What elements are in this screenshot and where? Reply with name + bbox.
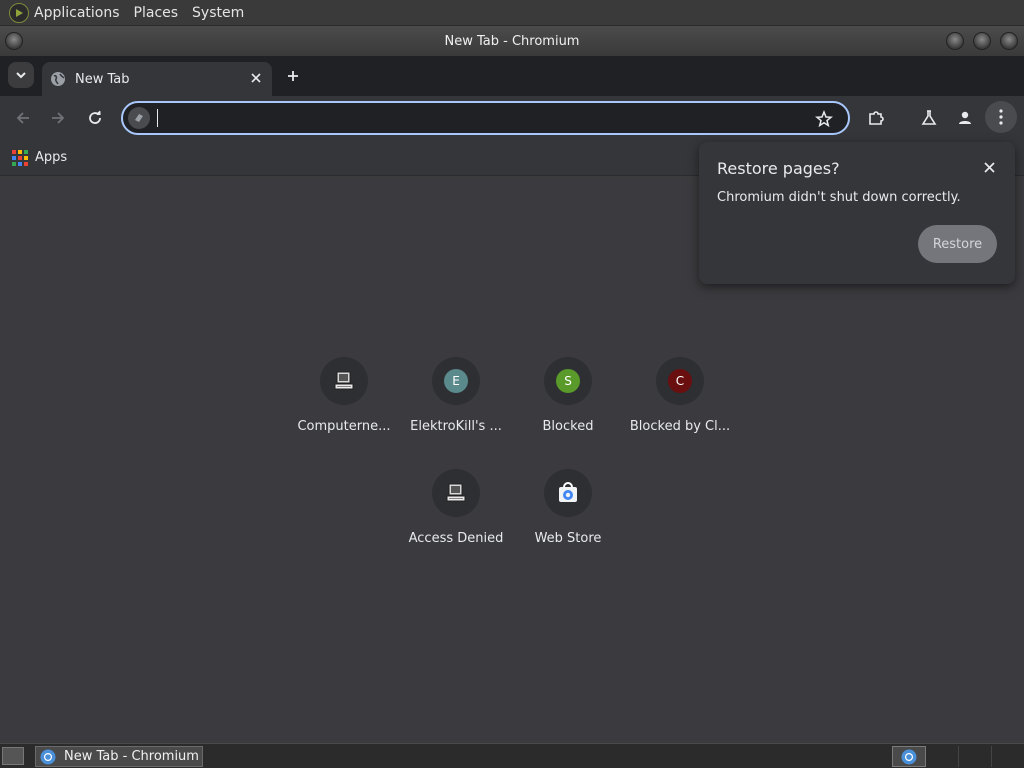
shortcut-tile[interactable]: Web Store xyxy=(512,469,624,569)
site-info-icon[interactable] xyxy=(128,107,150,129)
apps-label: Apps xyxy=(35,150,68,165)
more-vert-icon xyxy=(999,109,1003,125)
window-menu-button[interactable] xyxy=(5,32,23,50)
maximize-button[interactable] xyxy=(973,32,991,50)
taskbar-window-button[interactable]: New Tab - Chromium xyxy=(35,746,203,767)
shortcut-tile[interactable]: Computerne... xyxy=(288,357,400,457)
shortcut-icon-container: C xyxy=(656,357,704,405)
star-icon xyxy=(815,109,833,128)
workspace-divider xyxy=(991,746,992,767)
arrow-right-icon xyxy=(52,112,65,124)
shortcut-title: Blocked by Cl... xyxy=(629,419,731,434)
bookmark-star-button[interactable] xyxy=(814,109,834,129)
arrow-left-icon xyxy=(16,112,29,124)
shortcut-title: Blocked xyxy=(542,419,594,434)
restore-pages-bubble: Restore pages? Chromium didn't shut down… xyxy=(699,142,1015,284)
shortcut-icon-container xyxy=(320,357,368,405)
tab-title: New Tab xyxy=(75,71,130,87)
shortcut-icon-container: S xyxy=(544,357,592,405)
taskbar-window-label: New Tab - Chromium xyxy=(64,749,199,764)
letter-avatar-icon: C xyxy=(668,369,692,393)
tab-strip: New Tab xyxy=(0,56,1024,96)
shortcut-title: Access Denied xyxy=(408,531,504,546)
address-bar[interactable] xyxy=(121,101,850,135)
menu-places[interactable]: Places xyxy=(134,5,179,21)
person-icon xyxy=(959,111,971,124)
reload-icon xyxy=(89,110,101,124)
shortcut-tile[interactable]: Access Denied xyxy=(400,469,512,569)
tab-close-button[interactable] xyxy=(248,70,264,86)
back-button[interactable] xyxy=(11,106,35,130)
distro-logo-icon[interactable] xyxy=(9,2,29,23)
apps-grid-icon xyxy=(12,149,28,166)
chromium-icon xyxy=(40,749,56,764)
shortcut-title: ElektroKill's ... xyxy=(410,419,502,434)
shortcut-tile[interactable]: C Blocked by Cl... xyxy=(624,357,736,457)
globe-icon xyxy=(51,72,65,86)
chevron-down-icon xyxy=(16,72,26,79)
shortcut-icon-container xyxy=(544,469,592,517)
computer-icon xyxy=(446,483,466,502)
window-title: New Tab - Chromium xyxy=(444,33,580,49)
apps-shortcut[interactable]: Apps xyxy=(12,149,68,166)
web-store-icon xyxy=(559,482,577,502)
close-window-button[interactable] xyxy=(1000,32,1018,50)
shortcut-tile[interactable]: E ElektroKill's ... xyxy=(400,357,512,457)
close-icon xyxy=(983,161,995,173)
workspace-divider xyxy=(958,746,959,767)
labs-button[interactable] xyxy=(917,106,941,130)
menu-system[interactable]: System xyxy=(192,5,244,21)
bottom-panel: New Tab - Chromium xyxy=(0,743,1024,768)
shortcut-icon-container xyxy=(432,469,480,517)
text-cursor xyxy=(157,109,158,127)
menu-button[interactable] xyxy=(985,101,1017,133)
reload-button[interactable] xyxy=(83,106,107,130)
letter-avatar-icon: S xyxy=(556,369,580,393)
shortcut-tile[interactable]: S Blocked xyxy=(512,357,624,457)
top-panel: Applications Places System xyxy=(0,0,1024,25)
window-titlebar[interactable]: New Tab - Chromium xyxy=(0,25,1024,56)
plus-icon xyxy=(288,71,298,81)
computer-icon xyxy=(334,371,354,390)
browser-toolbar xyxy=(0,96,1024,140)
shortcut-title: Computerne... xyxy=(297,419,391,434)
popup-title: Restore pages? xyxy=(717,159,840,178)
profile-button[interactable] xyxy=(953,106,977,130)
popup-close-button[interactable] xyxy=(981,159,997,175)
show-desktop-icon[interactable] xyxy=(2,747,24,765)
forward-button[interactable] xyxy=(46,106,70,130)
new-tab-button[interactable] xyxy=(282,65,304,87)
minimize-button[interactable] xyxy=(946,32,964,50)
workspace-switcher[interactable] xyxy=(892,746,926,767)
flask-icon xyxy=(921,110,937,125)
restore-button[interactable]: Restore xyxy=(918,225,997,263)
shortcut-icon-container: E xyxy=(432,357,480,405)
tab-new-tab[interactable]: New Tab xyxy=(42,62,272,96)
puzzle-icon xyxy=(869,111,884,125)
chromium-icon xyxy=(901,749,917,764)
letter-avatar-icon: E xyxy=(444,369,468,393)
popup-message: Chromium didn't shut down correctly. xyxy=(717,190,961,205)
close-icon xyxy=(251,73,261,83)
menu-applications[interactable]: Applications xyxy=(34,5,120,21)
extensions-button[interactable] xyxy=(864,106,888,130)
shortcut-title: Web Store xyxy=(534,531,602,546)
tab-search-button[interactable] xyxy=(8,62,34,88)
